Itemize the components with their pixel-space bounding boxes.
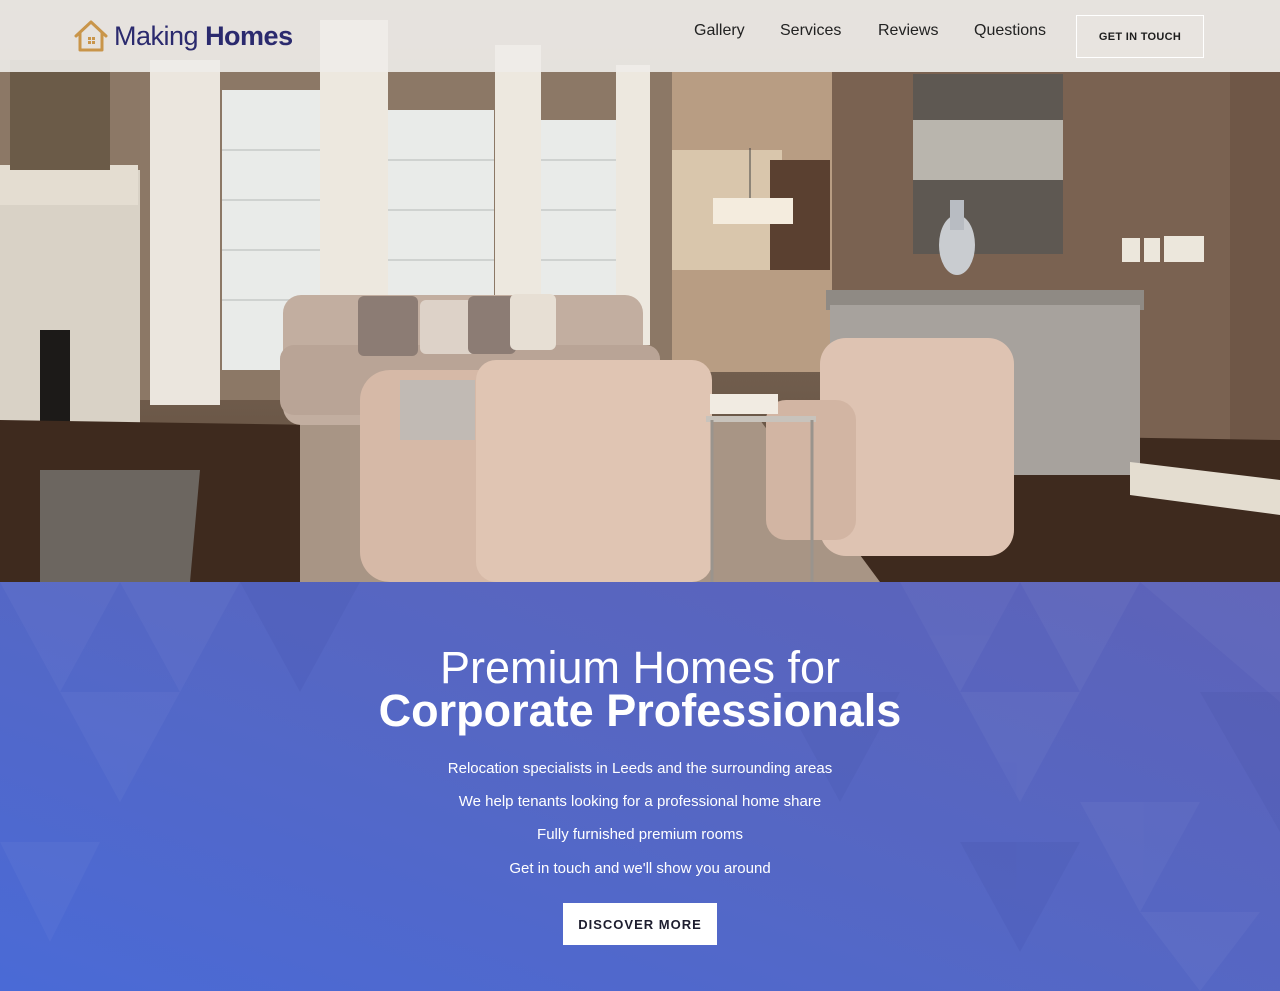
logo-text-light: Making [114,20,199,51]
hero-image [0,0,1280,582]
promo-line: Fully furnished premium rooms [537,826,743,843]
discover-more-button[interactable]: DISCOVER MORE [563,903,717,945]
promo-line: Relocation specialists in Leeds and the … [447,760,833,777]
get-in-touch-button[interactable]: GET IN TOUCH [1076,15,1204,58]
house-icon [74,20,108,52]
promo-line: We help tenants looking for a profession… [458,793,822,810]
logo[interactable]: Making Homes [72,16,293,56]
nav-item-reviews[interactable]: Reviews [878,22,938,40]
nav-item-gallery[interactable]: Gallery [694,22,745,40]
living-room-photo [0,20,1280,582]
nav-item-questions[interactable]: Questions [974,22,1046,40]
nav-item-services[interactable]: Services [780,22,841,40]
site-header: Making Homes Gallery Services Reviews Qu… [0,0,1280,72]
logo-text-bold: Homes [205,20,293,51]
hero-title-line2: Corporate Professionals [378,685,902,736]
promo-line: Get in touch and we'll show you around [509,860,771,877]
promo-section: Premium Homes for Corporate Professional… [0,582,1280,991]
logo-text: Making Homes [114,21,293,52]
